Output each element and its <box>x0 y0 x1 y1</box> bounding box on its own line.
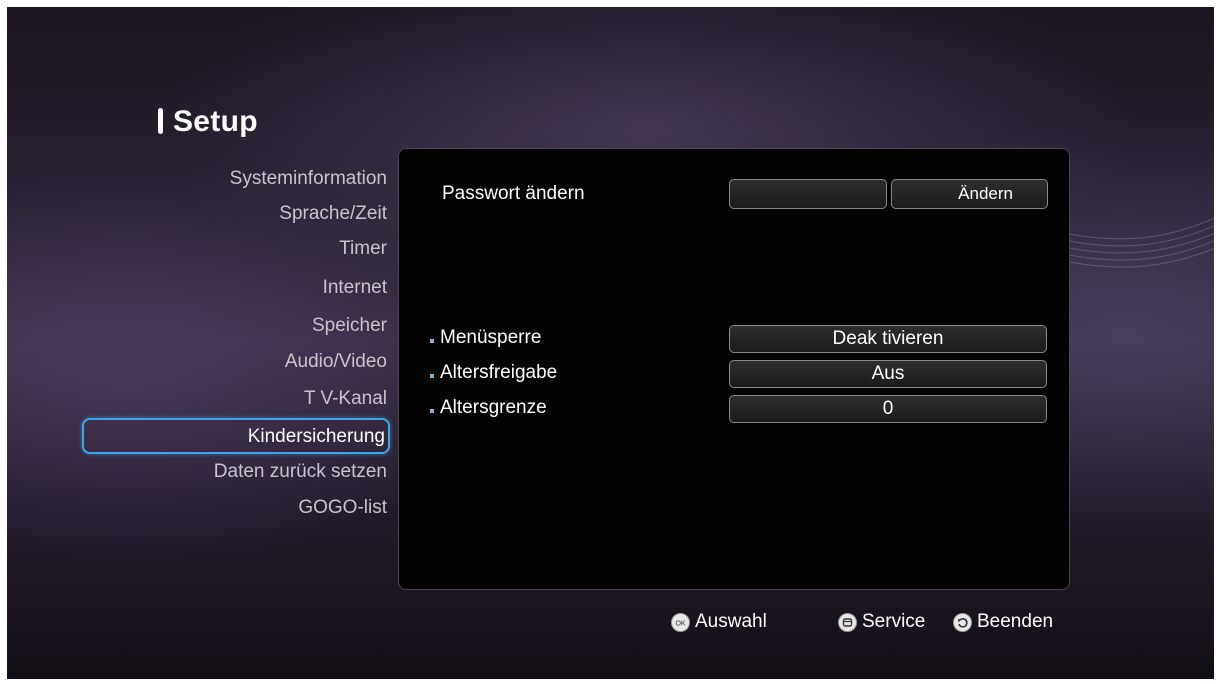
footer-hints: OK Auswahl Service Beenden <box>7 607 1214 637</box>
title-accent-bar <box>158 108 163 134</box>
sidebar-item-label: Sprache/Zeit <box>279 203 387 224</box>
sidebar-item-tv-kanal[interactable]: T V-Kanal <box>83 384 387 414</box>
sidebar-item-systeminformation[interactable]: Systeminformation <box>83 164 387 194</box>
change-password-button[interactable]: Ändern <box>891 179 1048 209</box>
sidebar-item-label: Daten zurück setzen <box>213 461 387 482</box>
sidebar-item-speicher[interactable]: Speicher <box>83 311 387 341</box>
sidebar-item-kindersicherung[interactable]: Kindersicherung <box>82 418 390 454</box>
sidebar-item-label: T V-Kanal <box>303 388 387 409</box>
sidebar-item-label: Audio/Video <box>284 351 387 372</box>
sidebar-item-internet[interactable]: Internet <box>83 273 387 303</box>
menu-button-icon <box>838 612 857 632</box>
sidebar-item-label: Timer <box>339 238 387 259</box>
page-title: Setup <box>173 105 258 138</box>
sidebar-item-gogo-list[interactable]: GOGO-list <box>83 493 387 523</box>
bullet-icon <box>430 339 434 343</box>
ok-button-icon: OK <box>671 612 690 632</box>
sidebar-item-sprache-zeit[interactable]: Sprache/Zeit <box>83 199 387 229</box>
bullet-icon <box>430 374 434 378</box>
sidebar-item-label: Kindersicherung <box>247 426 385 447</box>
sidebar-item-label: Systeminformation <box>229 168 387 189</box>
return-button-icon <box>953 612 972 632</box>
password-input[interactable] <box>729 179 887 209</box>
menu-lock-label: Menüsperre <box>440 327 542 348</box>
age-rating-label: Altersfreigabe <box>440 362 558 383</box>
service-hint: Service <box>838 607 925 637</box>
settings-panel: Passwort ändern Ändern Menüsperre Deak t… <box>398 148 1070 590</box>
service-hint-label: Service <box>862 611 926 632</box>
exit-hint: Beenden <box>953 607 1053 637</box>
sidebar-item-label: Speicher <box>312 315 387 336</box>
age-rating-select[interactable]: Aus <box>729 360 1047 388</box>
select-hint-label: Auswahl <box>695 611 767 632</box>
tv-setup-screen: Setup Systeminformation Sprache/Zeit Tim… <box>7 7 1214 679</box>
exit-hint-label: Beenden <box>977 611 1054 632</box>
age-limit-label: Altersgrenze <box>440 397 547 418</box>
sidebar-item-label: Internet <box>322 277 387 298</box>
sidebar-item-audio-video[interactable]: Audio/Video <box>83 347 387 377</box>
menu-lock-select[interactable]: Deak tivieren <box>729 325 1047 353</box>
age-limit-select[interactable]: 0 <box>729 395 1047 423</box>
sidebar-item-label: GOGO-list <box>298 497 387 518</box>
select-hint: OK Auswahl <box>671 607 767 637</box>
password-change-label: Passwort ändern <box>442 183 585 204</box>
sidebar-item-daten-zuruecksetzen[interactable]: Daten zurück setzen <box>83 457 387 487</box>
sidebar-item-timer[interactable]: Timer <box>83 234 387 264</box>
ok-icon-text: OK <box>675 620 685 627</box>
bullet-icon <box>430 409 434 413</box>
